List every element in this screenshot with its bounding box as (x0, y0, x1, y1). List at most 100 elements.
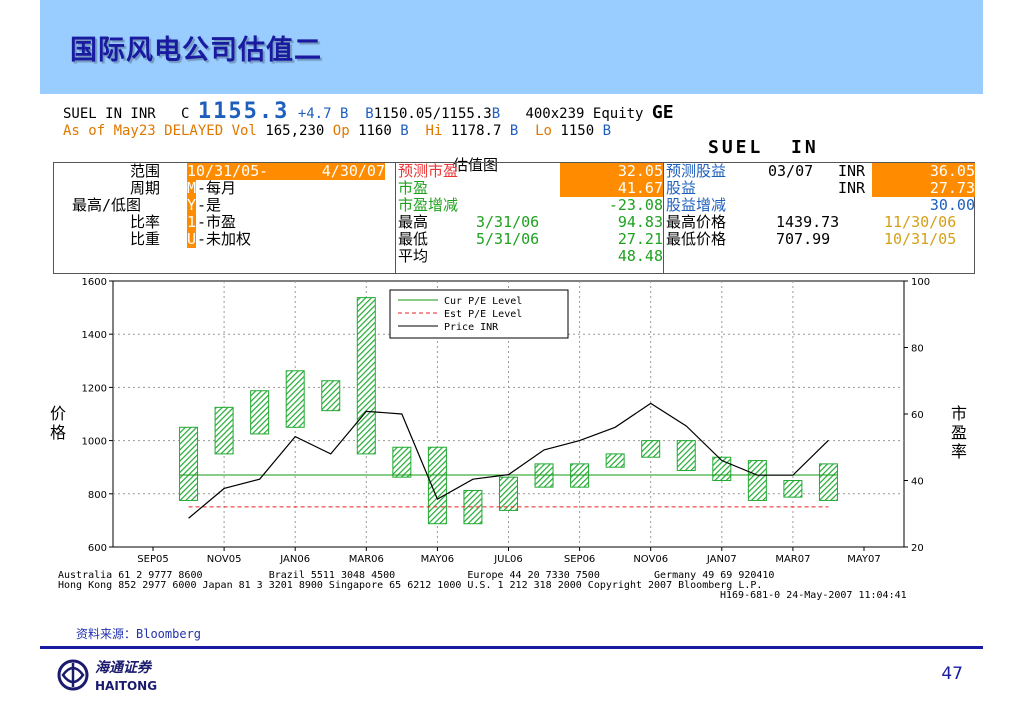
ratio-key[interactable]: 1 (187, 214, 197, 231)
pe-label: 市盈 (398, 179, 429, 197)
min-price-label: 最低价格 (666, 230, 727, 248)
b-flag: B (602, 123, 612, 139)
weight-key[interactable]: U (187, 231, 197, 248)
last-price: 1155.3 (197, 99, 290, 124)
pe-range-bar (605, 453, 625, 468)
pe-range-bar (214, 406, 234, 455)
period-value: -每月 (197, 179, 237, 197)
settings-panel: 范围 10/31/05 4/30/07 - 周期 M -每月 最高/低图 Y -… (53, 162, 975, 274)
x-tick-label: NOV06 (633, 554, 668, 565)
y-left-tick-label: 1200 (82, 383, 107, 394)
pe-range-bar (818, 463, 838, 501)
high-date: 3/31/06 (476, 213, 540, 231)
y-left-tick-label: 1000 (82, 437, 107, 448)
est-eps-currency: INR (838, 162, 866, 180)
weight-value: -未加权 (197, 230, 252, 248)
terminal-line-1: SUEL IN INR C 1155.3 +4.7 B B1150.05/115… (63, 101, 674, 123)
haitong-logo: 海通证券 HAITONG (55, 655, 195, 695)
haitong-logo-mark: 海通证券 HAITONG (57, 659, 157, 693)
range-label: 范围 (130, 162, 161, 180)
eps-value: 27.73 (872, 180, 975, 197)
as-of: As of May23 DELAYED Vol (63, 123, 257, 139)
low-label: Lo (535, 123, 552, 139)
contacts-line-3: H169-681-0 24-May-2007 11:04:41 (720, 590, 907, 601)
pe-stats: 预测市盈 32.05 市盈 41.67 市盈增减 -23.08 最高 3/31/… (395, 163, 664, 273)
range-from[interactable]: 10/31/05 (187, 163, 260, 180)
est-eps-value: 36.05 (872, 163, 975, 180)
high-label: 最高 (398, 213, 429, 231)
period-label: 周期 (130, 179, 161, 197)
b-flag: B (491, 106, 501, 122)
eps-stats: 预测股益 03/07 INR 36.05 股益 INR 27.73 股益增减 3… (663, 163, 975, 273)
hilo-key[interactable]: Y (187, 197, 197, 214)
volume: 165,230 (265, 123, 325, 139)
pe-range-bar (356, 297, 376, 455)
max-price: 1439.73 (776, 213, 840, 231)
period-key[interactable]: M (187, 180, 197, 197)
ratio-label: 比率 (130, 213, 161, 231)
x-tick-label: JAN07 (706, 554, 737, 565)
x-tick-label: MAR07 (775, 554, 810, 565)
source-note: 资料来源：Bloomberg (76, 627, 202, 641)
size: 400x239 (525, 106, 585, 122)
max-price-label: 最高价格 (666, 213, 727, 231)
est-eps-label: 预测股益 (666, 162, 727, 180)
function-code: GE (651, 102, 674, 123)
eps-label: 股益 (666, 179, 697, 197)
high-label: Hi (425, 123, 443, 139)
x-tick-label: MAR06 (349, 554, 384, 565)
pe-value: 41.67 (560, 180, 663, 197)
hilo-label: 最高/低图 (72, 196, 142, 214)
legend-entry: Cur P/E Level (444, 296, 522, 307)
pe-range-bar (570, 463, 590, 488)
x-tick-label: JAN06 (279, 554, 310, 565)
x-tick-label: MAY06 (421, 554, 455, 565)
legend-entry: Price INR (444, 322, 499, 333)
pe-range-bar (783, 480, 803, 498)
chart-svg: 600 800 1000 1200 1400 1600 20 40 60 80 100 SEP05 NO… (82, 277, 931, 565)
footer-rule (40, 646, 983, 649)
pe-range-bar (676, 440, 696, 472)
open: 1160 (358, 123, 392, 139)
eps-currency: INR (838, 179, 866, 197)
y-right-tick-label: 60 (911, 410, 924, 421)
pe-range-bar (747, 460, 767, 501)
valuation-chart: 600 800 1000 1200 1400 1600 20 40 60 80 100 SEP05 NO… (40, 272, 983, 608)
x-tick-label: JUL06 (493, 554, 523, 565)
range-sep: - (259, 162, 269, 180)
x-tick-label: SEP05 (137, 554, 168, 565)
min-price: 707.99 (776, 230, 831, 248)
y-left-tick-label: 1400 (82, 330, 107, 341)
low-date: 5/31/06 (476, 230, 540, 248)
x-tick-label: SEP06 (564, 554, 595, 565)
left-axis-label: 价格 (49, 404, 66, 442)
legend-entry: Est P/E Level (444, 309, 522, 320)
right-axis-label: 市盈率 (950, 404, 967, 461)
b-flag: B (400, 123, 409, 139)
est-pe-value: 32.05 (560, 163, 663, 180)
high-value: 94.83 (617, 213, 663, 231)
logo-english-text: HAITONG (95, 679, 157, 693)
pe-range-bar (534, 463, 554, 488)
pe-range-bar (392, 446, 412, 478)
terminal-line-2: As of May23 DELAYED Vol 165,230 Op 1160 … (63, 123, 611, 140)
price-change: +4.7 (297, 106, 332, 122)
eps-chg-value: 30.00 (929, 196, 975, 214)
weight-label: 比重 (130, 230, 161, 248)
avg-label: 平均 (398, 247, 429, 265)
pe-range-bar (250, 390, 270, 435)
eps-chg-label: 股益增减 (666, 196, 727, 214)
min-price-date: 10/31/05 (884, 230, 957, 248)
b-flag: B (339, 106, 349, 122)
avg-value: 48.48 (617, 247, 663, 265)
y-right-tick-label: 80 (911, 344, 924, 355)
equity-label: Equity (592, 106, 644, 122)
x-tick-label: NOV05 (207, 554, 242, 565)
c-flag: C (181, 106, 190, 122)
slide-title: 国际风电公司估值二 (70, 35, 322, 66)
bloomberg-contacts: Australia 61 2 9777 8600 Brazil 5511 304… (58, 571, 907, 601)
y-left-tick-label: 800 (88, 490, 107, 501)
page-number: 47 (941, 664, 963, 684)
pe-range-bar (641, 440, 661, 458)
range-to[interactable]: 4/30/07 (265, 163, 385, 180)
